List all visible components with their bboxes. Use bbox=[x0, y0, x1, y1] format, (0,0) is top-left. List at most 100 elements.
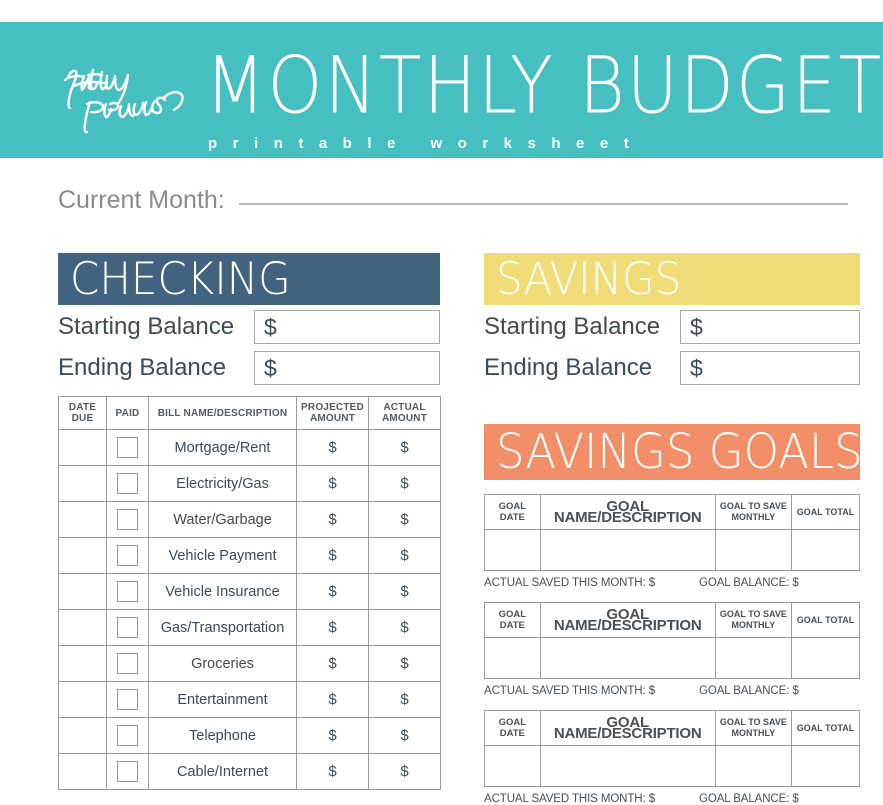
checking-starting-balance-row: Starting Balance $ bbox=[58, 310, 440, 344]
paid-checkbox[interactable] bbox=[117, 581, 138, 602]
bill-date-due-cell[interactable] bbox=[58, 573, 107, 610]
bill-date-due-cell[interactable] bbox=[58, 717, 107, 754]
checking-ending-balance-label: Ending Balance bbox=[58, 354, 227, 381]
checking-starting-balance-input[interactable]: $ bbox=[254, 310, 440, 344]
bill-projected-amount-cell[interactable]: $ bbox=[296, 573, 369, 610]
bill-date-due-cell[interactable] bbox=[58, 645, 107, 682]
bill-name-cell: Entertainment bbox=[148, 681, 297, 718]
bill-actual-amount-cell[interactable]: $ bbox=[368, 465, 441, 502]
current-month-label: Current Month: bbox=[58, 186, 225, 214]
col-header-projected-line2: AMOUNT bbox=[309, 413, 356, 424]
bill-name-cell: Gas/Transportation bbox=[148, 609, 297, 646]
bill-projected-amount-cell[interactable]: $ bbox=[296, 465, 369, 502]
table-row: Groceries $ $ bbox=[58, 645, 441, 682]
col-header-goal-name: GOAL NAME/DESCRIPTION bbox=[539, 602, 716, 638]
col-header-actual-line1: ACTUAL bbox=[383, 402, 426, 413]
col-header-goal-monthly-line1: GOAL TO SAVE bbox=[719, 609, 787, 619]
savings-heading: SAVINGS bbox=[496, 252, 682, 305]
paid-checkbox[interactable] bbox=[117, 545, 138, 566]
goal-name-cell[interactable] bbox=[539, 637, 716, 679]
checking-ending-balance-input[interactable]: $ bbox=[254, 351, 440, 385]
savings-goal-table: GOAL DATE GOAL NAME/DESCRIPTION GOAL TO SAV… bbox=[484, 710, 861, 787]
actual-saved-this-month-label: ACTUAL SAVED THIS MONTH: $ bbox=[484, 577, 655, 589]
col-header-goal-name: GOAL NAME/DESCRIPTION bbox=[539, 494, 716, 530]
bill-actual-amount-cell[interactable]: $ bbox=[368, 717, 441, 754]
bill-projected-amount-cell[interactable]: $ bbox=[296, 717, 369, 754]
bill-date-due-cell[interactable] bbox=[58, 501, 107, 538]
bill-projected-amount-cell[interactable]: $ bbox=[296, 753, 369, 790]
bill-date-due-cell[interactable] bbox=[58, 429, 107, 466]
goal-total-cell[interactable] bbox=[790, 745, 861, 787]
bill-actual-amount-cell[interactable]: $ bbox=[368, 537, 441, 574]
savings-goal-block: GOAL DATE GOAL NAME/DESCRIPTION GOAL TO SAV… bbox=[484, 602, 861, 697]
paid-checkbox[interactable] bbox=[117, 653, 138, 674]
bill-actual-amount-cell[interactable]: $ bbox=[368, 501, 441, 538]
bill-projected-amount-cell[interactable]: $ bbox=[296, 501, 369, 538]
bill-actual-amount-cell[interactable]: $ bbox=[368, 681, 441, 718]
current-month-input[interactable] bbox=[238, 202, 848, 205]
table-row: Electricity/Gas $ $ bbox=[58, 465, 441, 502]
bill-date-due-cell[interactable] bbox=[58, 465, 107, 502]
goal-date-cell[interactable] bbox=[484, 529, 541, 571]
bill-paid-cell bbox=[106, 717, 149, 754]
goal-monthly-cell[interactable] bbox=[714, 529, 792, 571]
bills-table-header-row: DATE DUE PAID BILL NAME/DESCRIPTION PROJ… bbox=[58, 396, 441, 430]
col-header-goal-monthly: GOAL TO SAVE MONTHLY bbox=[714, 710, 792, 746]
paid-checkbox[interactable] bbox=[117, 617, 138, 638]
goal-total-cell[interactable] bbox=[790, 637, 861, 679]
savings-goals-blocks: GOAL DATE GOAL NAME/DESCRIPTION GOAL TO SAV… bbox=[484, 494, 861, 805]
goal-total-cell[interactable] bbox=[790, 529, 861, 571]
goal-date-cell[interactable] bbox=[484, 637, 541, 679]
col-header-date-due-line2: DUE bbox=[71, 413, 94, 424]
bill-projected-amount-cell[interactable]: $ bbox=[296, 645, 369, 682]
actual-saved-this-month-label: ACTUAL SAVED THIS MONTH: $ bbox=[484, 685, 655, 697]
paid-checkbox[interactable] bbox=[117, 761, 138, 782]
paid-checkbox[interactable] bbox=[117, 473, 138, 494]
goal-monthly-cell[interactable] bbox=[714, 745, 792, 787]
col-header-goal-total: GOAL TOTAL bbox=[790, 494, 861, 530]
goal-date-cell[interactable] bbox=[484, 745, 541, 787]
banner-subtitle: printable worksheet bbox=[208, 135, 645, 152]
savings-goals-heading-bar: SAVINGS GOALS bbox=[484, 424, 863, 480]
col-header-goal-monthly-line2: MONTHLY bbox=[731, 620, 776, 630]
bill-name-cell: Electricity/Gas bbox=[148, 465, 297, 502]
paid-checkbox[interactable] bbox=[117, 725, 138, 746]
bill-actual-amount-cell[interactable]: $ bbox=[368, 573, 441, 610]
savings-starting-balance-input[interactable]: $ bbox=[680, 310, 860, 344]
table-row: Cable/Internet $ $ bbox=[58, 753, 441, 790]
table-row: Gas/Transportation $ $ bbox=[58, 609, 441, 646]
bill-date-due-cell[interactable] bbox=[58, 609, 107, 646]
goal-name-cell[interactable] bbox=[539, 529, 716, 571]
bill-projected-amount-cell[interactable]: $ bbox=[296, 681, 369, 718]
col-header-projected-line1: PROJECTED bbox=[301, 402, 364, 413]
bill-date-due-cell[interactable] bbox=[58, 681, 107, 718]
goal-name-cell[interactable] bbox=[539, 745, 716, 787]
bill-paid-cell bbox=[106, 465, 149, 502]
goal-monthly-cell[interactable] bbox=[714, 637, 792, 679]
bill-name-cell: Telephone bbox=[148, 717, 297, 754]
bill-actual-amount-cell[interactable]: $ bbox=[368, 609, 441, 646]
bill-projected-amount-cell[interactable]: $ bbox=[296, 609, 369, 646]
bill-name-cell: Mortgage/Rent bbox=[148, 429, 297, 466]
col-header-goal-total: GOAL TOTAL bbox=[790, 602, 861, 638]
bill-paid-cell bbox=[106, 753, 149, 790]
bill-name-cell: Water/Garbage bbox=[148, 501, 297, 538]
bill-date-due-cell[interactable] bbox=[58, 537, 107, 574]
savings-ending-balance-input[interactable]: $ bbox=[680, 351, 860, 385]
bill-date-due-cell[interactable] bbox=[58, 753, 107, 790]
paid-checkbox[interactable] bbox=[117, 689, 138, 710]
goal-balance-label: GOAL BALANCE: $ bbox=[699, 685, 799, 697]
dollar-sign-icon: $ bbox=[264, 313, 277, 340]
bill-actual-amount-cell[interactable]: $ bbox=[368, 753, 441, 790]
dollar-sign-icon: $ bbox=[690, 313, 703, 340]
bill-projected-amount-cell[interactable]: $ bbox=[296, 429, 369, 466]
bill-actual-amount-cell[interactable]: $ bbox=[368, 429, 441, 466]
bill-projected-amount-cell[interactable]: $ bbox=[296, 537, 369, 574]
table-row: Entertainment $ $ bbox=[58, 681, 441, 718]
bill-actual-amount-cell[interactable]: $ bbox=[368, 645, 441, 682]
col-header-goal-date-line1: GOAL bbox=[498, 501, 527, 512]
bill-paid-cell bbox=[106, 501, 149, 538]
paid-checkbox[interactable] bbox=[117, 437, 138, 458]
savings-goal-block: GOAL DATE GOAL NAME/DESCRIPTION GOAL TO SAV… bbox=[484, 494, 861, 589]
paid-checkbox[interactable] bbox=[117, 509, 138, 530]
